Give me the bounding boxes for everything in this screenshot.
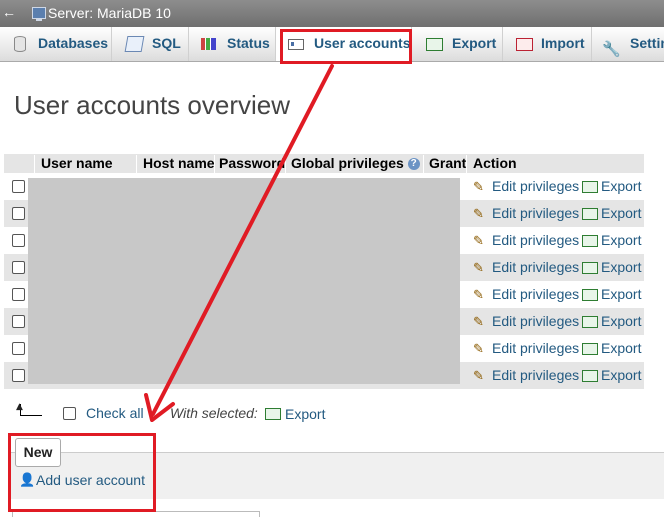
annotation-arrow-line bbox=[151, 64, 334, 416]
annotation-arrow bbox=[144, 64, 334, 422]
